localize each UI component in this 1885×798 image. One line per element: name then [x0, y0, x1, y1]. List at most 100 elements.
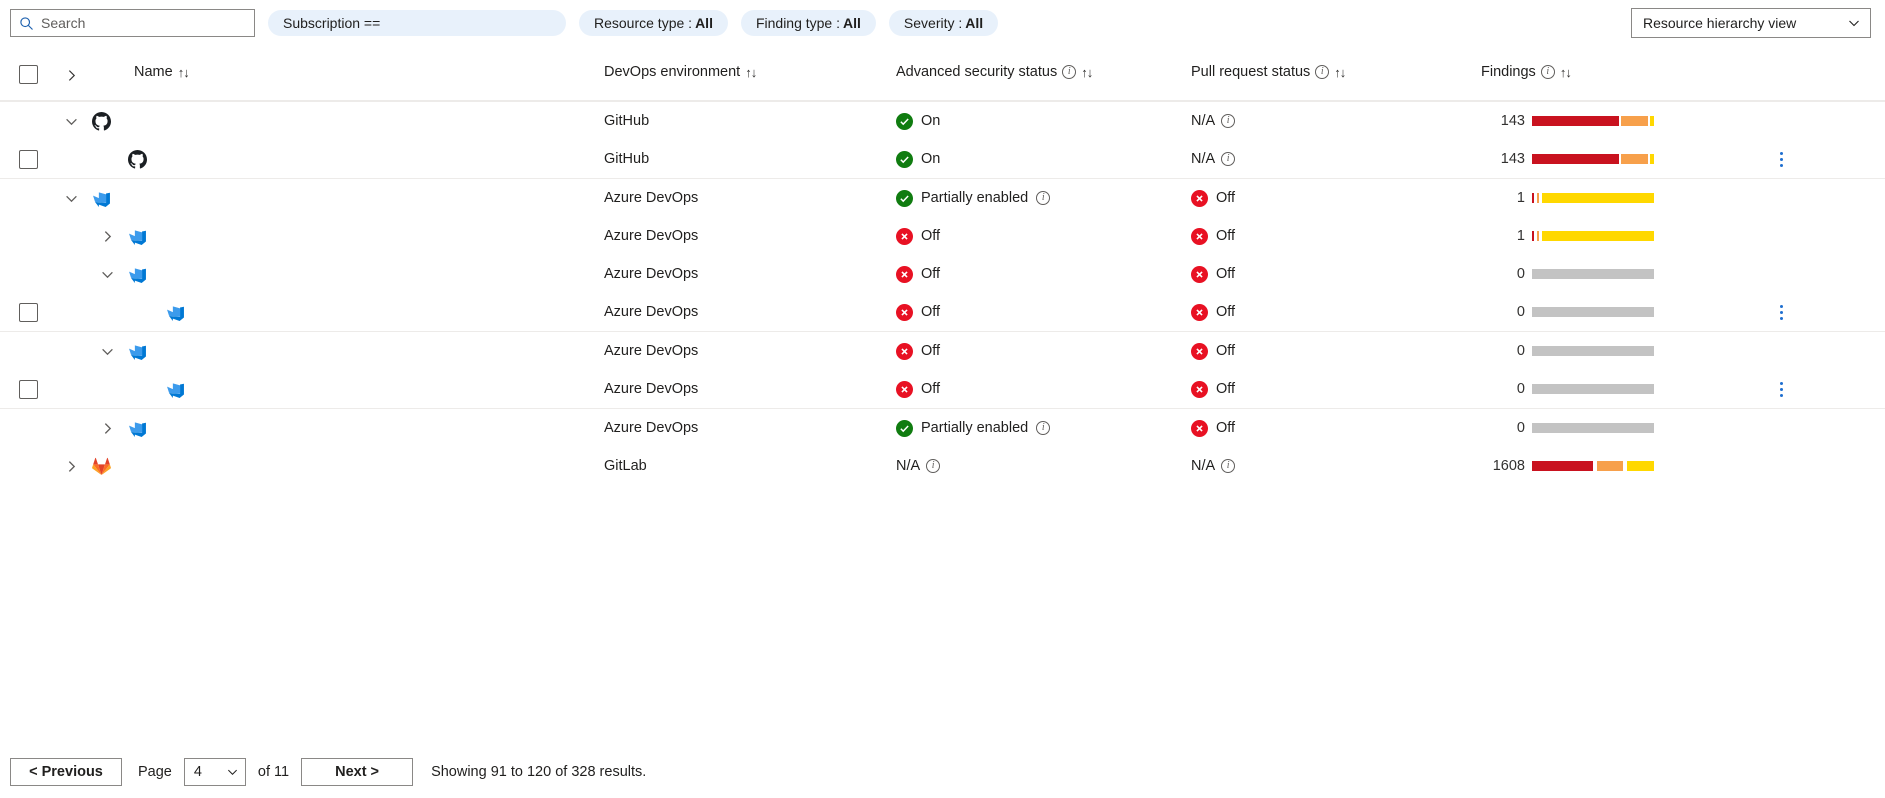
row-more-actions-button[interactable] [1776, 148, 1787, 171]
findings-cell: 1 [1481, 190, 1751, 206]
findings-segment-low [1650, 154, 1654, 164]
header-expand-all-cell [56, 64, 134, 86]
row-more-actions-button[interactable] [1776, 378, 1787, 401]
row-expander-collapse[interactable] [60, 110, 82, 132]
row-expander-expand[interactable] [96, 225, 118, 247]
filter-pill-finding-type-value: All [843, 15, 861, 31]
findings-segment-high [1532, 461, 1593, 471]
row-findings-cell: 0 [1481, 343, 1751, 359]
chevron-down-icon [101, 345, 114, 358]
sort-icon[interactable]: ↑↓ [1560, 65, 1571, 80]
sort-icon[interactable]: ↑↓ [745, 65, 756, 80]
page-label: Page [138, 764, 172, 780]
row-findings-cell: 143 [1481, 113, 1751, 129]
status-badge [1191, 420, 1208, 437]
info-icon[interactable]: i [1221, 459, 1235, 473]
row-name-cell [56, 340, 604, 362]
pagination-bar: < Previous Page 4 of 11 Next > Showing 9… [0, 758, 1885, 786]
row-checkbox[interactable] [19, 303, 38, 322]
filter-pill-severity[interactable]: Severity : All [889, 10, 998, 36]
filter-pill-resource-type[interactable]: Resource type : All [579, 10, 728, 36]
findings-count: 1 [1481, 228, 1525, 244]
total-pages-label: of 11 [258, 764, 289, 780]
row-advanced-security-cell: On [896, 113, 1191, 130]
pull-request-status: N/Ai [1191, 458, 1481, 474]
header-environment-cell[interactable]: DevOps environment ↑↓ [604, 64, 896, 80]
header-environment-label: DevOps environment [604, 64, 740, 80]
header-advanced-security-cell[interactable]: Advanced security status i ↑↓ [896, 64, 1191, 80]
github-icon [92, 112, 111, 131]
info-icon[interactable]: i [926, 459, 940, 473]
view-mode-select[interactable]: Resource hierarchy view [1631, 8, 1871, 38]
table-row[interactable]: Azure DevOpsOffOff1 [0, 217, 1885, 255]
expander-placeholder [96, 148, 118, 170]
info-icon[interactable]: i [1315, 65, 1329, 79]
table-row[interactable]: Azure DevOpsOffOff0 [0, 370, 1885, 408]
findings-cell: 0 [1481, 304, 1751, 320]
row-findings-cell: 1608 [1481, 458, 1751, 474]
page-number-select[interactable]: 4 [184, 758, 246, 786]
select-all-checkbox[interactable] [19, 65, 38, 84]
table-row[interactable]: GitHubOnN/Ai143 [0, 140, 1885, 178]
search-box[interactable] [10, 9, 255, 37]
row-advanced-security-cell: Off [896, 381, 1191, 398]
table-row[interactable]: Azure DevOpsOffOff0 [0, 293, 1885, 331]
chevron-right-icon [101, 230, 114, 243]
header-name-label: Name [134, 64, 173, 80]
pull-request-status: Off [1191, 381, 1481, 398]
next-page-button[interactable]: Next > [301, 758, 413, 786]
info-icon[interactable]: i [1036, 191, 1050, 205]
header-name-cell[interactable]: Name ↑↓ [134, 64, 604, 80]
table-row[interactable]: GitHubOnN/Ai143 [0, 102, 1885, 140]
header-findings-cell[interactable]: Findings i ↑↓ [1481, 64, 1751, 80]
azure-devops-icon [128, 342, 147, 361]
findings-segment-none [1532, 384, 1654, 394]
table-row[interactable]: Azure DevOpsOffOff0 [0, 255, 1885, 293]
row-expander-expand[interactable] [60, 455, 82, 477]
status-badge [1191, 304, 1208, 321]
filter-pill-resource-type-label: Resource type : [594, 15, 692, 31]
advanced-security-status: On [896, 113, 1191, 130]
row-expander-expand[interactable] [96, 417, 118, 439]
findings-segment-none [1532, 269, 1654, 279]
row-environment-text: Azure DevOps [604, 381, 698, 397]
table-body: GitHubOnN/Ai143GitHubOnN/Ai143Azure DevO… [0, 102, 1885, 485]
header-pull-request-cell[interactable]: Pull request status i ↑↓ [1191, 64, 1481, 80]
table-row[interactable]: Azure DevOpsPartially enablediOff1 [0, 179, 1885, 217]
row-more-actions-button[interactable] [1776, 301, 1787, 324]
filter-pill-subscription[interactable]: Subscription == [268, 10, 566, 36]
row-expander-collapse[interactable] [60, 187, 82, 209]
info-icon[interactable]: i [1221, 152, 1235, 166]
row-findings-cell: 1 [1481, 228, 1751, 244]
row-advanced-security-cell: N/Ai [896, 458, 1191, 474]
expand-all-chevron-right-icon[interactable] [60, 64, 82, 86]
pull-request-status-text: N/A [1191, 113, 1215, 129]
row-environment-text: Azure DevOps [604, 228, 698, 244]
findings-segment-med [1621, 116, 1648, 126]
row-menu-cell [1751, 301, 1885, 324]
row-checkbox[interactable] [19, 380, 38, 399]
info-icon[interactable]: i [1221, 114, 1235, 128]
filter-pill-finding-type[interactable]: Finding type : All [741, 10, 876, 36]
sort-icon[interactable]: ↑↓ [1334, 65, 1345, 80]
table-row[interactable]: GitLabN/AiN/Ai1608 [0, 447, 1885, 485]
sort-icon[interactable]: ↑↓ [178, 65, 189, 80]
info-icon[interactable]: i [1541, 65, 1555, 79]
previous-page-button[interactable]: < Previous [10, 758, 122, 786]
advanced-security-status: Off [896, 266, 1191, 283]
advanced-security-status: Partially enabledi [896, 420, 1191, 437]
info-icon[interactable]: i [1036, 421, 1050, 435]
status-badge [896, 190, 913, 207]
search-input[interactable] [41, 15, 246, 31]
info-icon[interactable]: i [1062, 65, 1076, 79]
table-row[interactable]: Azure DevOpsPartially enablediOff0 [0, 409, 1885, 447]
row-checkbox[interactable] [19, 150, 38, 169]
findings-segment-low [1627, 461, 1654, 471]
advanced-security-status-text: On [921, 151, 940, 167]
row-environment-text: Azure DevOps [604, 343, 698, 359]
findings-segment-low [1542, 193, 1654, 203]
table-row[interactable]: Azure DevOpsOffOff0 [0, 332, 1885, 370]
row-expander-collapse[interactable] [96, 263, 118, 285]
sort-icon[interactable]: ↑↓ [1081, 65, 1092, 80]
row-expander-collapse[interactable] [96, 340, 118, 362]
